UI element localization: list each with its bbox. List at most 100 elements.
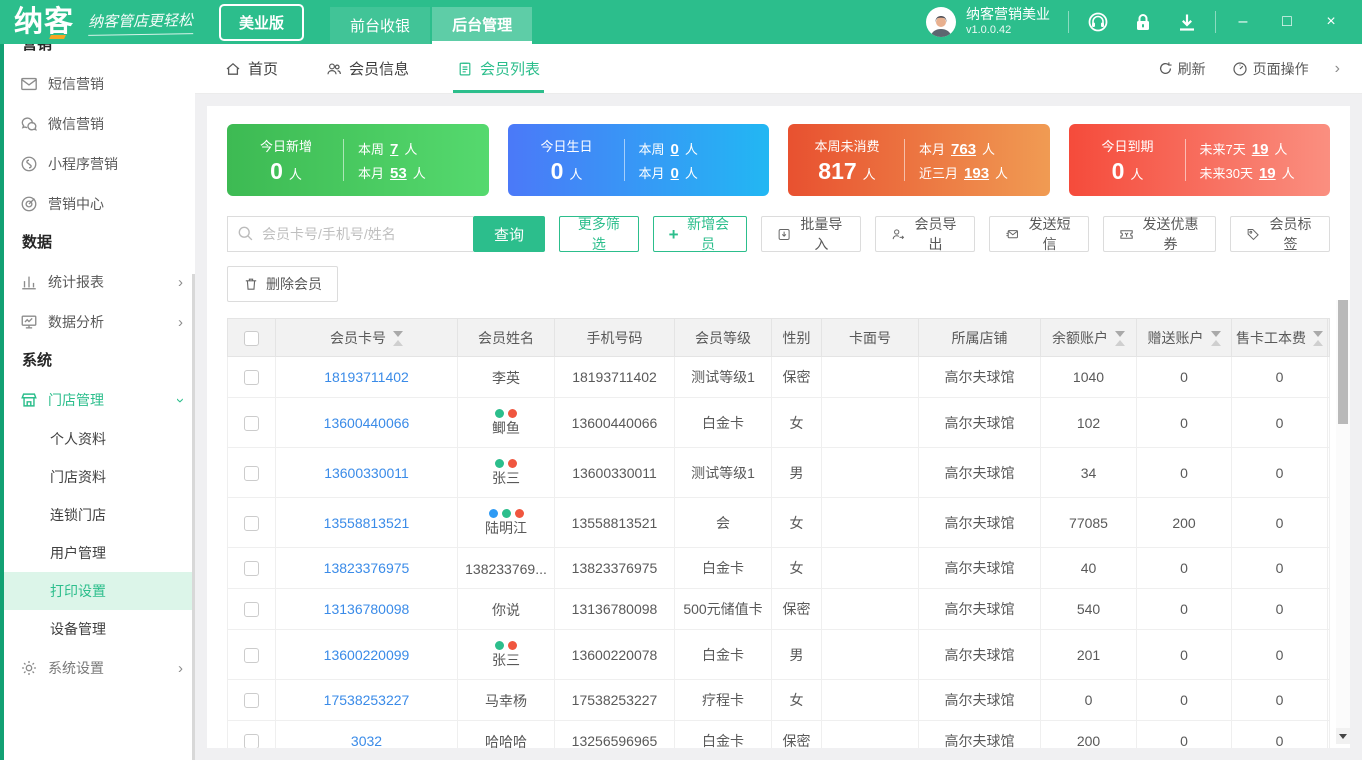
member-fee: 0 bbox=[1231, 720, 1328, 748]
sort-icon[interactable] bbox=[1210, 331, 1221, 347]
row-checkbox[interactable] bbox=[244, 370, 259, 386]
delete-member-button[interactable]: 删除会员 bbox=[227, 266, 338, 302]
member-balance: 0 bbox=[1040, 679, 1137, 721]
nav-front-cashier[interactable]: 前台收银 bbox=[330, 7, 431, 44]
chevron-right-icon[interactable]: › bbox=[1335, 60, 1340, 78]
member-card-face bbox=[821, 679, 919, 721]
sidebar-item-analysis[interactable]: 数据分析 › bbox=[0, 302, 195, 342]
edition-badge[interactable]: 美业版 bbox=[219, 3, 305, 41]
col-level: 会员等级 bbox=[674, 318, 772, 357]
sidebar-item-wechat-marketing[interactable]: 微信营销 bbox=[0, 104, 195, 144]
stat-line: 本周 0 人 bbox=[638, 140, 698, 158]
maximize-button[interactable]: □ bbox=[1278, 13, 1296, 31]
table-row[interactable]: 13558813521 陆明江 13558813521 会 女 高尔夫球馆 77… bbox=[227, 497, 1330, 548]
member-phone: 13600220078 bbox=[554, 629, 675, 680]
table-row[interactable]: 17538253227 马幸杨 17538253227 疗程卡 女 高尔夫球馆 … bbox=[227, 679, 1330, 721]
table-row[interactable]: 18193711402 李英 18193711402 测试等级1 保密 高尔夫球… bbox=[227, 356, 1330, 398]
stat-card: 今日生日 0人 本周 0 人 本月 0 人 bbox=[507, 124, 769, 196]
row-checkbox[interactable] bbox=[244, 602, 259, 618]
send-sms-button[interactable]: 发送短信 bbox=[988, 216, 1090, 252]
member-balance: 77085 bbox=[1040, 497, 1137, 548]
select-all-checkbox[interactable] bbox=[244, 330, 259, 346]
card-divider bbox=[623, 139, 625, 181]
search-button[interactable]: 查询 bbox=[473, 216, 545, 252]
lock-icon[interactable] bbox=[1133, 12, 1153, 33]
col-gift[interactable]: 赠送账户 bbox=[1136, 318, 1232, 357]
sidebar-subitem-device-management[interactable]: 设备管理 bbox=[0, 610, 195, 648]
member-card-link[interactable]: 13600330011 bbox=[324, 465, 409, 481]
coupon-icon bbox=[1120, 229, 1133, 239]
tab-member-list[interactable]: 会员列表 bbox=[453, 44, 545, 93]
sidebar-item-miniprogram-marketing[interactable]: 小程序营销 bbox=[0, 144, 195, 184]
sidebar-scrollbar[interactable] bbox=[192, 274, 195, 760]
page-operations-button[interactable]: 页面操作 bbox=[1232, 59, 1309, 79]
table-row[interactable]: 13600220099 张三 13600220078 白金卡 男 高尔夫球馆 2… bbox=[227, 629, 1330, 680]
sidebar-item-sms-marketing[interactable]: 短信营销 bbox=[0, 64, 195, 104]
refresh-button[interactable]: 刷新 bbox=[1158, 59, 1206, 79]
send-coupon-button[interactable]: 发送优惠券 bbox=[1103, 216, 1216, 252]
member-card-link[interactable]: 3032 bbox=[351, 733, 382, 748]
sidebar-subitem-personal-profile[interactable]: 个人资料 bbox=[0, 420, 195, 458]
plus-icon: + bbox=[668, 224, 679, 244]
member-card-link[interactable]: 13823376975 bbox=[324, 560, 410, 576]
member-card-link[interactable]: 18193711402 bbox=[324, 369, 409, 385]
row-checkbox[interactable] bbox=[244, 515, 259, 531]
sidebar-item-system-settings[interactable]: 系统设置 › bbox=[0, 648, 195, 688]
download-icon[interactable] bbox=[1177, 12, 1197, 32]
scrollbar-down-arrow[interactable] bbox=[1336, 728, 1350, 744]
table-scrollbar[interactable] bbox=[1336, 300, 1350, 744]
sidebar-item-marketing-center[interactable]: 营销中心 bbox=[0, 184, 195, 224]
member-card-link[interactable]: 13600220099 bbox=[324, 647, 410, 663]
table-row[interactable]: 13600440066 鲫鱼 13600440066 白金卡 女 高尔夫球馆 1… bbox=[227, 397, 1330, 448]
more-filter-button[interactable]: 更多筛选 bbox=[559, 216, 639, 252]
scrollbar-thumb[interactable] bbox=[1338, 300, 1348, 424]
tab-home[interactable]: 首页 bbox=[225, 44, 278, 93]
sidebar-subitem-print-settings[interactable]: 打印设置 bbox=[0, 572, 195, 610]
member-balance: 200 bbox=[1040, 720, 1137, 748]
export-member-button[interactable]: 会员导出 bbox=[874, 216, 975, 252]
stat-line: 近三月 193 人 bbox=[919, 164, 1009, 182]
nav-back-office[interactable]: 后台管理 bbox=[432, 7, 533, 44]
stat-card-title: 今日生日 bbox=[540, 138, 593, 154]
table-row[interactable]: 13136780098 你说 13136780098 500元储值卡 保密 高尔… bbox=[227, 588, 1330, 630]
window-controls: – □ × bbox=[1234, 0, 1362, 44]
table-row[interactable]: 13823376975 138233769... 13823376975 白金卡… bbox=[227, 547, 1330, 589]
support-icon[interactable] bbox=[1087, 11, 1109, 33]
sidebar-item-store-management[interactable]: 门店管理 › bbox=[0, 380, 195, 420]
col-card-no[interactable]: 会员卡号 bbox=[275, 318, 458, 357]
search-input[interactable] bbox=[227, 216, 473, 252]
member-toolbar: 查询 更多筛选 + 新增会员 批量导入 会员导出 bbox=[227, 216, 1330, 252]
member-card-link[interactable]: 13558813521 bbox=[324, 515, 410, 531]
row-checkbox[interactable] bbox=[244, 561, 259, 577]
member-tag-button[interactable]: 会员标签 bbox=[1229, 216, 1330, 252]
member-card-link[interactable]: 13136780098 bbox=[324, 601, 410, 617]
sidebar-subitem-store-profile[interactable]: 门店资料 bbox=[0, 458, 195, 496]
sidebar-item-report[interactable]: 统计报表 › bbox=[0, 262, 195, 302]
sidebar-subitem-chain-stores[interactable]: 连锁门店 bbox=[0, 496, 195, 534]
close-button[interactable]: × bbox=[1322, 13, 1340, 31]
member-table: 会员卡号 会员姓名 手机号码 会员等级 性别 卡面号 所属店铺 余额账户 赠送账… bbox=[227, 318, 1330, 748]
sort-icon[interactable] bbox=[1115, 331, 1125, 347]
row-checkbox[interactable] bbox=[244, 734, 259, 748]
stat-cards: 今日新增 0人 本周 7 人 本月 53 人 今日生日 0 人 本周 0 人 本… bbox=[227, 124, 1330, 196]
col-balance[interactable]: 余额账户 bbox=[1040, 318, 1137, 357]
col-fee[interactable]: 售卡工本费 bbox=[1231, 318, 1328, 357]
row-checkbox[interactable] bbox=[244, 647, 259, 663]
sort-icon[interactable] bbox=[1313, 331, 1323, 347]
minimize-button[interactable]: – bbox=[1234, 13, 1252, 31]
batch-import-button[interactable]: 批量导入 bbox=[760, 216, 861, 252]
add-member-button[interactable]: + 新增会员 bbox=[652, 216, 747, 252]
row-spacer bbox=[1327, 447, 1330, 498]
table-row[interactable]: 3032 哈哈哈 13256596965 白金卡 保密 高尔夫球馆 200 0 bbox=[227, 720, 1330, 748]
row-checkbox[interactable] bbox=[244, 693, 259, 709]
sidebar-subitem-user-management[interactable]: 用户管理 bbox=[0, 534, 195, 572]
table-row[interactable]: 13600330011 张三 13600330011 测试等级1 男 高尔夫球馆… bbox=[227, 447, 1330, 498]
row-checkbox[interactable] bbox=[244, 465, 259, 481]
tab-member-info[interactable]: 会员信息 bbox=[326, 44, 409, 93]
avatar[interactable] bbox=[926, 7, 956, 37]
row-checkbox[interactable] bbox=[244, 415, 259, 431]
member-card-link[interactable]: 17538253227 bbox=[324, 692, 410, 708]
sort-icon[interactable] bbox=[393, 331, 403, 347]
sidebar-section-data: 数据 bbox=[22, 234, 53, 251]
member-card-link[interactable]: 13600440066 bbox=[324, 415, 410, 431]
